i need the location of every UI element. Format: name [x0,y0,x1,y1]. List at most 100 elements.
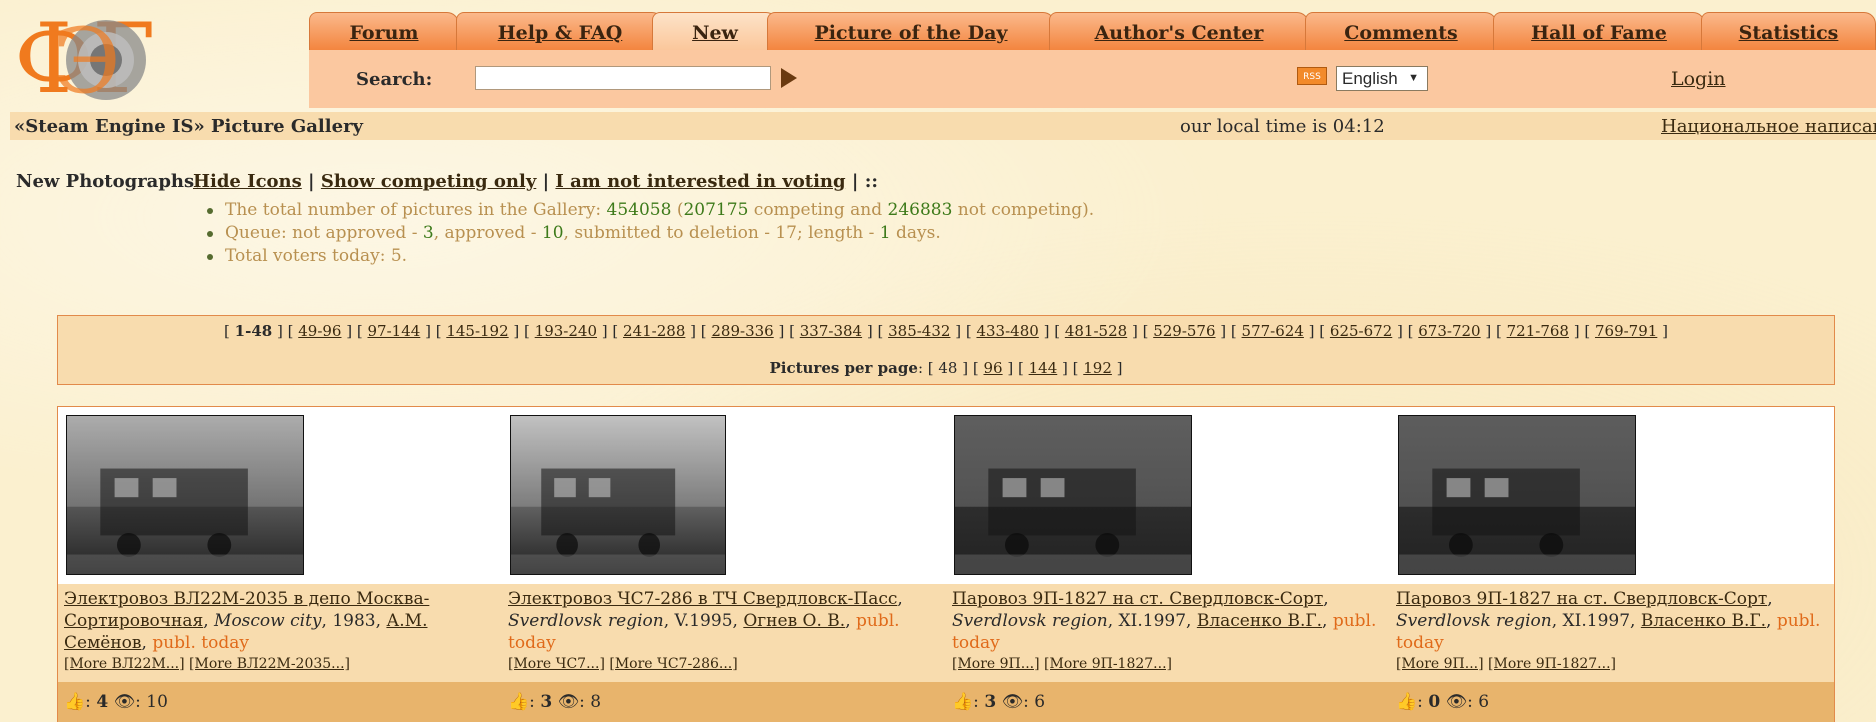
photo-author-link[interactable]: Власенко В.Г. [1641,611,1766,631]
tab-authors-center[interactable]: Author's Center [1049,12,1309,50]
page-link[interactable]: 145-192 [446,322,508,340]
per-page-option[interactable]: 192 [1083,359,1112,377]
photo-author-link[interactable]: Власенко В.Г. [1197,611,1322,631]
photo-title-link[interactable]: Электровоз ЧС7-286 в ТЧ Свердловск-Пасс [508,589,897,609]
new-photos-links: Hide Icons | Show competing only | I am … [193,171,878,192]
search-bar: Search: RSS English ▼ Login [309,50,1876,108]
per-page-label: Pictures per page [769,359,918,377]
search-submit-icon[interactable] [781,68,797,88]
photo-card: Паровоз 9П-1827 на ст. Свердловск-Сорт, … [1390,407,1834,722]
thumbs-up-icon[interactable]: 👍 [952,692,973,712]
photo-thumbnail[interactable] [66,415,304,575]
photo-vote-bar: 👍: 4 👁: 10 [58,682,502,722]
login-link[interactable]: Login [1671,68,1726,90]
page-link[interactable]: 721-768 [1507,322,1569,340]
more-series-link[interactable]: [More 9П...] [1396,656,1484,672]
photo-grid: Электровоз ВЛ22М-2035 в депо Москва-Сорт… [57,406,1835,722]
page-link[interactable]: 625-672 [1330,322,1392,340]
photo-author-link[interactable]: Огнев О. В. [743,611,845,631]
not-interested-voting-link[interactable]: I am not interested in voting [555,171,845,192]
vote-count: 3 [984,692,997,712]
more-unit-link[interactable]: [More ВЛ22М-2035...] [189,656,350,672]
page-link[interactable]: 385-432 [888,322,950,340]
eye-icon: 👁 [1445,692,1468,712]
more-series-link[interactable]: [More ВЛ22М...] [64,656,185,672]
links-tail: | :: [851,171,878,192]
photo-region: Sverdlovsk region [952,611,1108,631]
page-link[interactable]: 673-720 [1418,322,1480,340]
hide-icons-link[interactable]: Hide Icons [193,171,302,192]
tab-new[interactable]: New [652,12,778,50]
photo-more-links: [More 9П...] [More 9П-1827...] [952,654,1384,674]
site-logo[interactable]: Ф Г Э [14,3,184,115]
stat-voters: Total voters today: 5. [206,245,1094,268]
page-link[interactable]: 97-144 [368,322,421,340]
eye-icon: 👁 [113,692,136,712]
rss-icon[interactable]: RSS [1297,67,1327,85]
search-input[interactable] [475,66,771,90]
svg-text:Э: Э [52,10,121,106]
page-current: 1-48 [234,322,273,340]
local-time: our local time is 04:12 [1180,116,1385,137]
photo-card: Паровоз 9П-1827 на ст. Свердловск-Сорт, … [946,407,1390,722]
photo-title-link[interactable]: Паровоз 9П-1827 на ст. Свердловск-Сорт [952,589,1323,609]
tab-comments[interactable]: Comments [1305,12,1497,50]
more-unit-link[interactable]: [More 9П-1827...] [1044,656,1172,672]
gallery-title: «Steam Engine IS» Picture Gallery [14,116,364,137]
page-link[interactable]: 241-288 [623,322,685,340]
photo-caption: Электровоз ВЛ22М-2035 в депо Москва-Сорт… [58,584,502,682]
more-series-link[interactable]: [More 9П...] [952,656,1040,672]
per-page-option[interactable]: 144 [1029,359,1058,377]
language-select[interactable]: English ▼ [1336,66,1428,91]
photo-region: Moscow city [214,611,322,631]
photo-card: Электровоз ВЛ22М-2035 в депо Москва-Сорт… [58,407,502,722]
photo-thumbnail[interactable] [954,415,1192,575]
pagination: [ 1-48 ] [ 49-96 ] [ 97-144 ] [ 145-192 … [57,315,1835,385]
stat-queue: Queue: not approved - 3, approved - 10, … [206,222,1094,245]
page-link[interactable]: 529-576 [1153,322,1215,340]
view-count: 8 [590,692,602,712]
thumbs-up-icon[interactable]: 👍 [1396,692,1417,712]
photo-more-links: [More 9П...] [More 9П-1827...] [1396,654,1828,674]
per-page-option[interactable]: 96 [984,359,1003,377]
thumbs-up-icon[interactable]: 👍 [64,692,85,712]
eye-icon: 👁 [1001,692,1024,712]
page-link[interactable]: 337-384 [800,322,862,340]
search-label: Search: [356,69,433,90]
more-unit-link[interactable]: [More ЧС7-286...] [609,656,737,672]
view-count: 6 [1034,692,1046,712]
tab-hall-of-fame[interactable]: Hall of Fame [1493,12,1705,50]
more-series-link[interactable]: [More ЧС7...] [508,656,605,672]
show-competing-link[interactable]: Show competing only [321,171,536,192]
photo-vote-bar: 👍: 3 👁: 8 [502,682,946,722]
per-page-current: 48 [938,359,958,377]
page-link[interactable]: 433-480 [976,322,1038,340]
page-link[interactable]: 193-240 [535,322,597,340]
photo-vote-bar: 👍: 3 👁: 6 [946,682,1390,722]
photo-more-links: [More ЧС7...] [More ЧС7-286...] [508,654,940,674]
page-link[interactable]: 49-96 [298,322,341,340]
page-link[interactable]: 769-791 [1595,322,1657,340]
tab-picture-of-the-day[interactable]: Picture of the Day [767,12,1055,50]
tab-help-faq[interactable]: Help & FAQ [456,12,664,50]
more-unit-link[interactable]: [More 9П-1827...] [1488,656,1616,672]
photo-date: V.1995 [674,611,733,631]
page-link[interactable]: 577-624 [1242,322,1304,340]
thumbs-up-icon[interactable]: 👍 [508,692,529,712]
tab-forum[interactable]: Forum [309,12,459,50]
page-link[interactable]: 481-528 [1065,322,1127,340]
view-count: 6 [1478,692,1490,712]
photo-more-links: [More ВЛ22М...] [More ВЛ22М-2035...] [64,654,496,674]
per-page-selector: Pictures per page: [ 48 ] [ 96 ] [ 144 ]… [769,359,1123,377]
photo-region: Sverdlovsk region [1396,611,1552,631]
photo-title-link[interactable]: Паровоз 9П-1827 на ст. Свердловск-Сорт [1396,589,1767,609]
gallery-title-bar: «Steam Engine IS» Picture Gallery our lo… [10,112,1876,140]
gallery-stats: The total number of pictures in the Gall… [206,199,1094,268]
vote-count: 0 [1428,692,1441,712]
photo-date: XI.1997 [1118,611,1187,631]
tab-statistics[interactable]: Statistics [1701,12,1876,50]
national-spelling-link[interactable]: Национальное написание [1661,116,1876,137]
photo-thumbnail[interactable] [510,415,726,575]
photo-thumbnail[interactable] [1398,415,1636,575]
page-link[interactable]: 289-336 [711,322,773,340]
